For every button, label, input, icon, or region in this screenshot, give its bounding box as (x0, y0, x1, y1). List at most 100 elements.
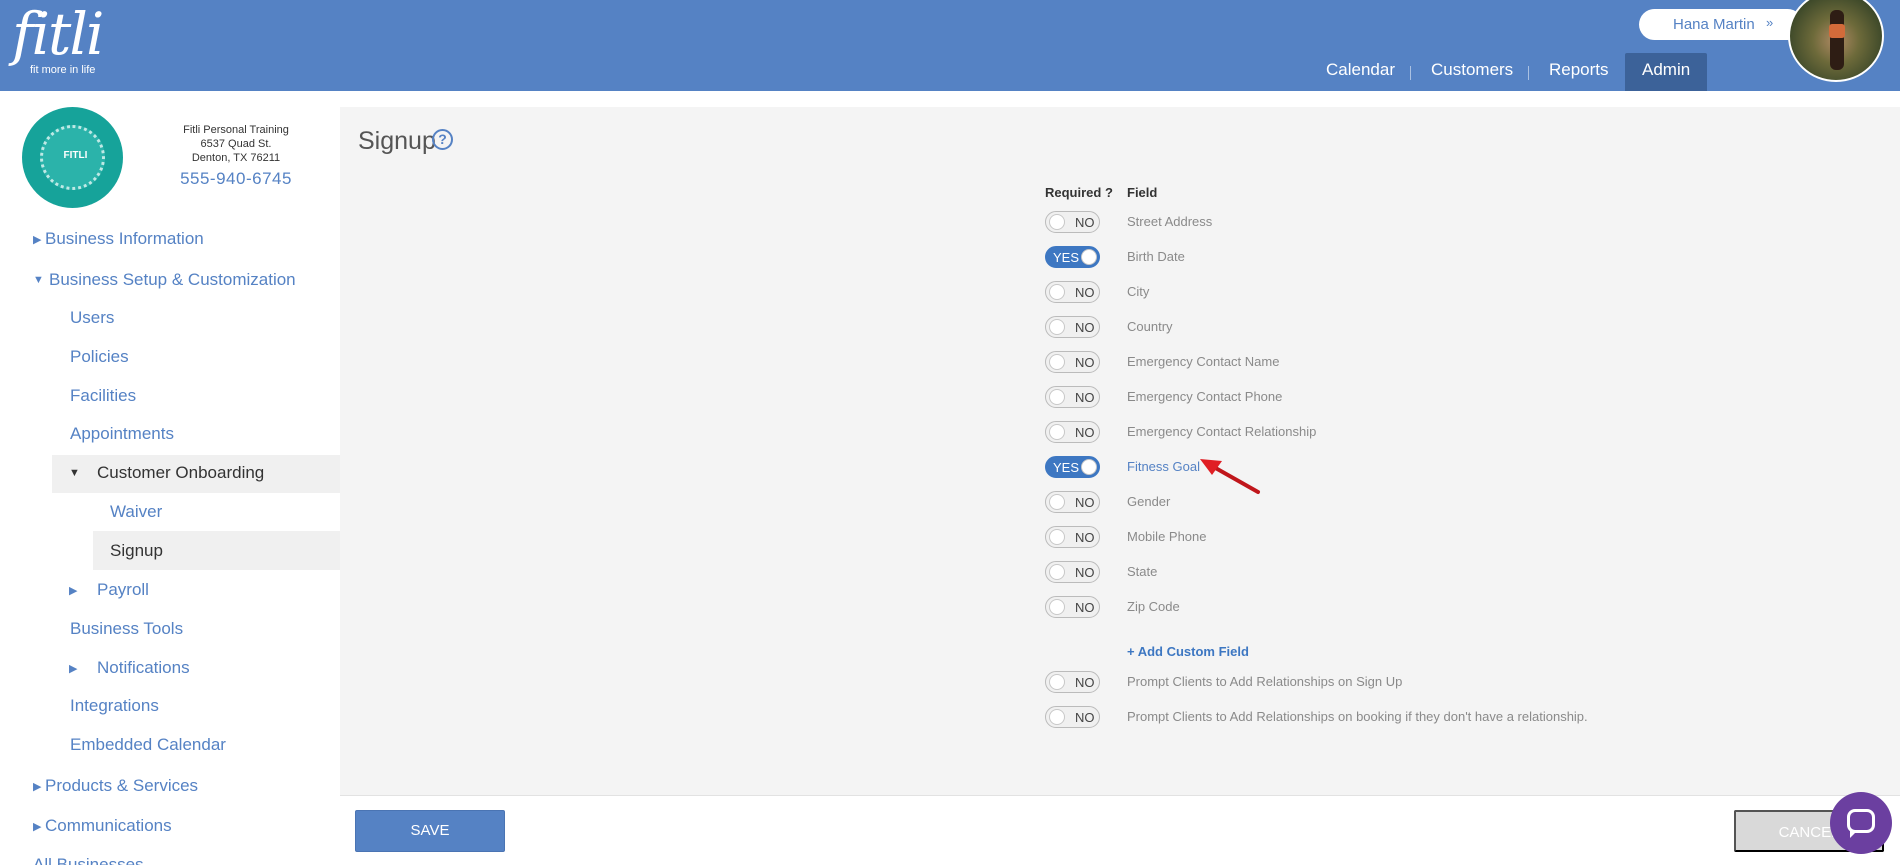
page-title: Signup (358, 127, 436, 155)
business-address-line1: 6537 Quad St. (200, 138, 272, 150)
caret-right-icon: ▶ (69, 663, 78, 675)
fitli-logo[interactable]: fitli fit more in life (12, 0, 104, 76)
toggle-fitness-goal[interactable]: YES (1045, 456, 1100, 478)
business-logo: FITLI (22, 107, 123, 208)
toggle-state[interactable]: NO (1045, 561, 1100, 583)
toggle-zip-code[interactable]: NO (1045, 596, 1100, 618)
toggle-state: YES (1053, 250, 1080, 265)
logo-tagline: fit more in life (30, 64, 96, 76)
toggle-state: NO (1075, 600, 1095, 615)
toggle-emergency-contact-relationship[interactable]: NO (1045, 421, 1100, 443)
field-label-fitness-goal: Fitness Goal (1127, 459, 1200, 474)
toggle-prompt-relationships-booking[interactable]: NO (1045, 706, 1100, 728)
prompt-label-relationships-booking: Prompt Clients to Add Relationships on b… (1127, 709, 1588, 724)
toggle-country[interactable]: NO (1045, 316, 1100, 338)
logo-word: fitli (12, 0, 104, 68)
nav-customers[interactable]: Customers (1431, 53, 1513, 91)
field-label-gender: Gender (1127, 494, 1171, 509)
toggle-prompt-relationships-signup[interactable]: NO (1045, 671, 1100, 693)
save-button[interactable]: SAVE (355, 810, 505, 852)
sidebar-item-business-information[interactable]: Business Information (45, 229, 204, 249)
business-logo-text: FITLI (63, 150, 88, 161)
toggle-state: YES (1053, 460, 1080, 475)
toggle-street-address[interactable]: NO (1045, 211, 1100, 233)
field-label-street-address: Street Address (1127, 214, 1213, 229)
chevron-down-icon: » (1766, 15, 1774, 30)
sidebar-item-signup[interactable]: Signup (110, 541, 163, 561)
toggle-state: NO (1075, 495, 1095, 510)
toggle-city[interactable]: NO (1045, 281, 1100, 303)
toggle-emergency-contact-phone[interactable]: NO (1045, 386, 1100, 408)
sidebar-item-embedded-calendar[interactable]: Embedded Calendar (70, 735, 226, 755)
business-address: Fitli Personal Training 6537 Quad St. De… (150, 123, 322, 165)
toggle-knob (1049, 494, 1065, 510)
avatar-figure-top (1829, 24, 1845, 38)
nav-admin[interactable]: Admin (1625, 53, 1708, 91)
field-label-state: State (1127, 564, 1158, 579)
toggle-birth-date[interactable]: YES (1045, 246, 1100, 268)
nav-separator (1410, 66, 1411, 80)
sidebar-item-notifications[interactable]: Notifications (97, 658, 190, 678)
toggle-knob (1049, 564, 1065, 580)
caret-down-icon: ▼ (69, 467, 80, 479)
toggle-mobile-phone[interactable]: NO (1045, 526, 1100, 548)
toggle-gender[interactable]: NO (1045, 491, 1100, 513)
nav-calendar[interactable]: Calendar (1326, 53, 1395, 91)
add-custom-field-link[interactable]: + Add Custom Field (1127, 644, 1249, 659)
red-arrow-icon (1200, 459, 1260, 494)
toggle-knob (1081, 459, 1097, 475)
toggle-knob (1049, 529, 1065, 545)
chat-widget-button[interactable] (1830, 792, 1892, 854)
caret-down-icon: ▼ (33, 274, 44, 286)
field-label-emergency-contact-phone: Emergency Contact Phone (1127, 389, 1283, 404)
toggle-emergency-contact-name[interactable]: NO (1045, 351, 1100, 373)
caret-right-icon: ▶ (33, 781, 42, 793)
user-name: Hana Martin (1673, 16, 1755, 33)
sidebar-item-facilities[interactable]: Facilities (70, 386, 136, 406)
sidebar-item-payroll[interactable]: Payroll (97, 580, 149, 600)
business-address-line2: Denton, TX 76211 (191, 152, 281, 164)
help-icon[interactable]: ? (432, 129, 453, 150)
sidebar-item-communications[interactable]: Communications (45, 816, 172, 836)
column-header-required: Required ? (1045, 185, 1113, 200)
field-label-birth-date: Birth Date (1127, 249, 1185, 264)
sidebar-item-business-tools[interactable]: Business Tools (70, 619, 183, 639)
sidebar-item-policies[interactable]: Policies (70, 347, 129, 367)
toggle-state: NO (1075, 285, 1095, 300)
toggle-state: NO (1075, 565, 1095, 580)
toggle-state: NO (1075, 215, 1095, 230)
sidebar-item-customer-onboarding[interactable]: Customer Onboarding (97, 463, 264, 483)
toggle-state: NO (1075, 425, 1095, 440)
sidebar-item-all-businesses[interactable]: All Businesses (33, 855, 144, 865)
user-menu[interactable]: Hana Martin » (1639, 9, 1803, 40)
nav-reports[interactable]: Reports (1549, 53, 1609, 91)
toggle-knob (1049, 284, 1065, 300)
toggle-knob (1049, 214, 1065, 230)
toggle-knob (1049, 599, 1065, 615)
toggle-state: NO (1075, 390, 1095, 405)
caret-right-icon: ▶ (69, 585, 78, 597)
sidebar-item-users[interactable]: Users (70, 308, 114, 328)
main-panel (340, 107, 1900, 795)
caret-right-icon: ▶ (33, 234, 42, 246)
toggle-knob (1049, 674, 1065, 690)
field-label-mobile-phone: Mobile Phone (1127, 529, 1207, 544)
sidebar-item-waiver[interactable]: Waiver (110, 502, 162, 522)
toggle-knob (1081, 249, 1097, 265)
sidebar-item-integrations[interactable]: Integrations (70, 696, 159, 716)
toggle-state: NO (1075, 355, 1095, 370)
field-label-zip-code: Zip Code (1127, 599, 1180, 614)
toggle-knob (1049, 424, 1065, 440)
field-label-city: City (1127, 284, 1150, 299)
sidebar-item-business-setup[interactable]: Business Setup & Customization (49, 270, 296, 290)
toggle-knob (1049, 354, 1065, 370)
sidebar-item-appointments[interactable]: Appointments (70, 424, 174, 444)
caret-right-icon: ▶ (33, 821, 42, 833)
field-label-emergency-contact-relationship: Emergency Contact Relationship (1127, 424, 1317, 439)
toggle-knob (1049, 319, 1065, 335)
footer-divider (340, 795, 1900, 796)
sidebar-item-products-services[interactable]: Products & Services (45, 776, 198, 796)
toggle-knob (1049, 389, 1065, 405)
column-header-field: Field (1127, 185, 1158, 200)
avatar[interactable] (1788, 0, 1884, 82)
